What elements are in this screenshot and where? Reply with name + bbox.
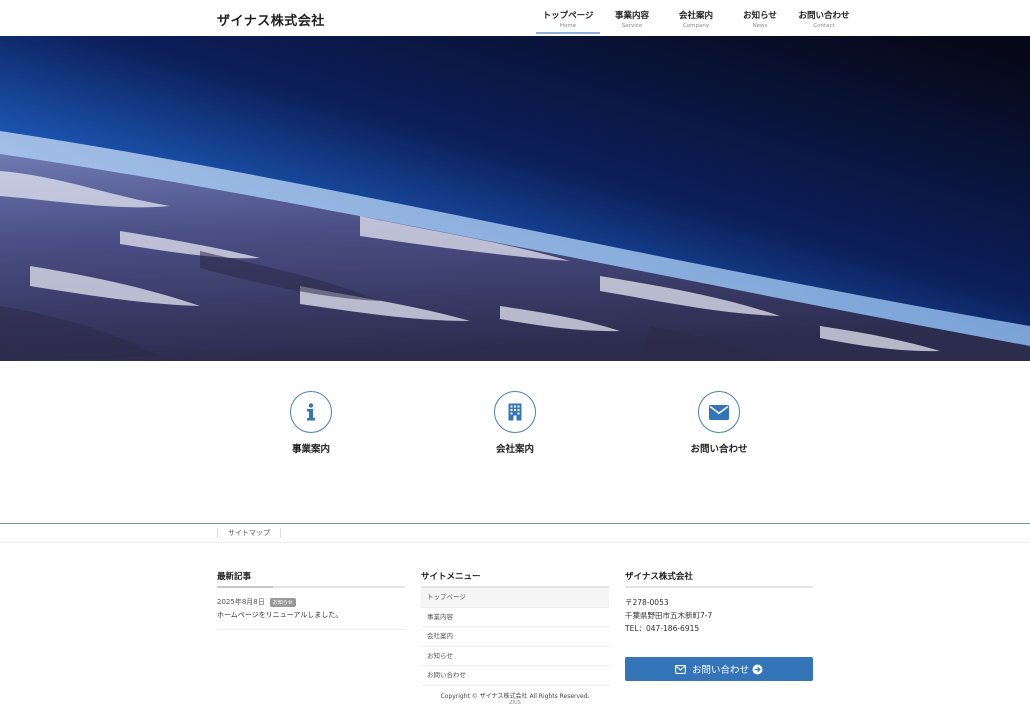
feature-service[interactable]: 事業案内 <box>251 391 371 455</box>
nav-label: 事業内容 <box>614 11 649 21</box>
company-address: 〒278-0053 千葉県野田市五木新町7-7 TEL：047-186-6915 <box>625 596 813 635</box>
nav-label: お問い合わせ <box>798 11 850 21</box>
category-badge[interactable]: お知らせ <box>269 597 296 607</box>
sitemap-link[interactable]: サイトマップ <box>217 528 281 538</box>
street-address: 千葉県野田市五木新町7-7 <box>625 611 713 620</box>
building-icon <box>508 403 522 421</box>
site-menu: トップページ 事業内容 会社案内 お知らせ お問い合わせ <box>421 588 609 686</box>
widget-title: 最新記事 <box>217 570 405 588</box>
widget-title: ザイナス株式会社 <box>625 570 813 588</box>
nav-item-news[interactable]: お知らせ News <box>728 0 792 34</box>
nav-sublabel: Home <box>559 23 577 29</box>
nav-label: 会社案内 <box>678 11 713 21</box>
post-title-link[interactable]: ホームページをリニューアルしました。 <box>217 610 405 620</box>
phone-number: TEL：047-186-6915 <box>625 624 700 633</box>
feature-company[interactable]: 会社案内 <box>455 391 575 455</box>
powered-by: ZIUS <box>509 700 521 706</box>
menu-item-contact[interactable]: お問い合わせ <box>421 666 609 686</box>
contact-button[interactable]: お問い合わせ <box>625 657 813 681</box>
info-icon <box>307 403 315 421</box>
copyright: Copyright © ザイナス株式会社 All Rights Reserved… <box>440 693 590 700</box>
nav-item-home[interactable]: トップページ Home <box>536 0 600 34</box>
site-menu-widget: サイトメニュー トップページ 事業内容 会社案内 お知らせ お問い合わせ <box>421 570 609 686</box>
feature-label: 事業案内 <box>291 444 330 455</box>
feature-contact[interactable]: お問い合わせ <box>659 391 779 455</box>
nav-sublabel: Service <box>621 23 643 29</box>
company-info-widget: ザイナス株式会社 〒278-0053 千葉県野田市五木新町7-7 TEL：047… <box>625 570 813 635</box>
recent-posts-widget: 最新記事 2025年8月8日 お知らせ ホームページをリニューアルしました。 <box>217 570 405 630</box>
feature-label: 会社案内 <box>495 444 534 455</box>
contact-button-label: お問い合わせ <box>691 665 749 676</box>
post-meta: 2025年8月8日 お知らせ <box>217 597 405 607</box>
site-header: ザイナス株式会社 トップページ Home 事業内容 Service 会社案内 C… <box>0 0 1030 36</box>
feature-label: お問い合わせ <box>690 444 748 455</box>
postal-code: 〒278-0053 <box>625 598 669 607</box>
nav-sublabel: Company <box>682 23 710 29</box>
arrow-circle-right-icon <box>752 664 763 674</box>
nav-item-service[interactable]: 事業内容 Service <box>600 0 664 34</box>
envelope-icon <box>675 664 686 674</box>
widget-title: サイトメニュー <box>421 570 609 588</box>
list-item: 2025年8月8日 お知らせ ホームページをリニューアルしました。 <box>217 588 405 630</box>
post-date: 2025年8月8日 <box>217 598 265 606</box>
nav-item-company[interactable]: 会社案内 Company <box>664 0 728 34</box>
menu-item-service[interactable]: 事業内容 <box>421 608 609 628</box>
hero-image <box>0 36 1030 361</box>
feature-icon-circle <box>698 391 740 433</box>
envelope-icon <box>709 404 729 420</box>
nav-sublabel: News <box>752 23 768 29</box>
menu-item-news[interactable]: お知らせ <box>421 647 609 667</box>
nav-label: トップページ <box>542 11 594 21</box>
feature-links: 事業案内 会社案内 お問い合わせ <box>0 391 1030 471</box>
site-title[interactable]: ザイナス株式会社 <box>217 10 325 29</box>
feature-icon-circle <box>494 391 536 433</box>
global-nav: トップページ Home 事業内容 Service 会社案内 Company お知… <box>536 0 856 36</box>
earth-horizon-image <box>0 36 1030 361</box>
nav-label: お知らせ <box>743 11 777 21</box>
sitemap-bar: サイトマップ <box>0 523 1030 543</box>
menu-item-company[interactable]: 会社案内 <box>421 627 609 647</box>
nav-item-contact[interactable]: お問い合わせ Contact <box>792 0 856 34</box>
nav-sublabel: Contact <box>813 23 835 29</box>
menu-item-home[interactable]: トップページ <box>421 588 609 608</box>
feature-icon-circle <box>290 391 332 433</box>
